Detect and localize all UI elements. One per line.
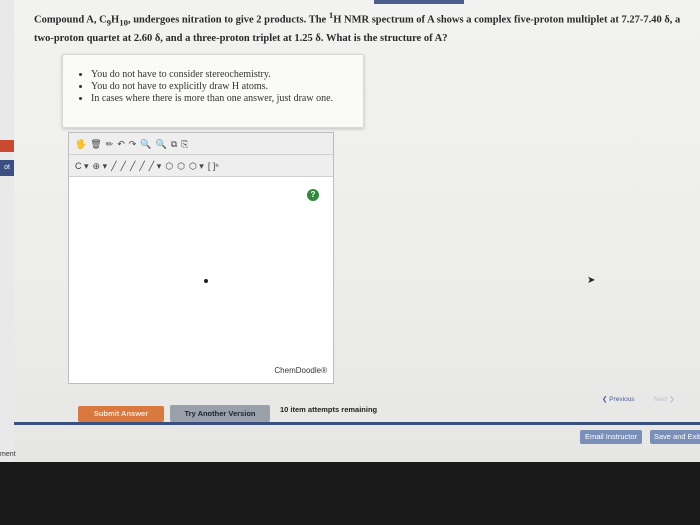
next-button[interactable]: Next ❯ [654,395,675,403]
editor-tool-icon[interactable]: ╱ ▾ [149,160,161,172]
editor-tool-icon[interactable]: C ▾ [75,160,89,172]
mouse-cursor-icon: ➤ [587,275,596,286]
editor-tool-icon[interactable]: 🖐 [75,138,86,150]
previous-button[interactable]: ❮ Previous [602,395,635,403]
footer-divider [14,422,700,425]
editor-tool-icon[interactable]: ↶ [117,138,125,150]
editor-toolbar-top: 🖐 🗑 ✏ ↶ ↷ 🔍 🔍 ⧉ ⎘ [69,133,333,155]
hint-item: You do not have to consider stereochemis… [91,69,363,81]
editor-tool-icon[interactable]: ⊕ ▾ [93,160,108,172]
editor-tool-icon[interactable]: ✏ [106,138,114,150]
canvas-atom-dot [204,279,208,283]
editor-tool-icon[interactable]: ╱ [130,160,135,172]
chemdoodle-brand: ChemDoodle® [274,366,327,375]
editor-tool-icon[interactable]: 🔍 [140,138,151,150]
top-progress-bar [374,0,464,4]
question-text: Compound A, C9H10, undergoes nitration t… [34,10,681,44]
left-tab-current[interactable]: ot [0,160,14,176]
help-icon[interactable]: ? [307,189,319,201]
editor-tool-icon[interactable]: ⎘ [181,138,188,150]
editor-tool-icon[interactable]: ╱ [139,160,144,172]
submit-answer-button[interactable]: Submit Answer [78,406,164,422]
page-panel: Compound A, C9H10, undergoes nitration t… [14,0,700,462]
editor-tool-icon[interactable]: ⧉ [171,138,177,150]
editor-toolbar-bottom: C ▾ ⊕ ▾ ╱ ╱ ╱ ╱ ╱ ▾ ⬡ ⬡ ⬡ ▾[ ]ⁿ [69,155,333,177]
editor-tool-icon[interactable]: [ ]ⁿ [208,160,219,172]
chemdoodle-editor[interactable]: 🖐 🗑 ✏ ↶ ↷ 🔍 🔍 ⧉ ⎘ C ▾ ⊕ ▾ ╱ ╱ ╱ ╱ ╱ ▾ ⬡ ⬡ ⬡ ▾[ ]ⁿ ? ChemD… [68,132,334,384]
sidebar-bottom-label[interactable]: ment [0,451,16,458]
left-strip [0,0,14,462]
editor-tool-icon[interactable]: ⬡ [177,160,185,172]
save-and-exit-button[interactable]: Save and Exit [650,430,700,444]
editor-tool-icon[interactable]: ⬡ ▾ [189,160,204,172]
editor-tool-icon[interactable]: 🗑 [90,138,101,150]
editor-tool-icon[interactable]: ╱ [121,160,126,172]
left-tab-1[interactable] [0,140,14,152]
attempts-remaining: 10 item attempts remaining [280,405,378,414]
try-another-version-button[interactable]: Try Another Version [170,405,270,422]
editor-tool-icon[interactable]: 🔍 [156,138,167,150]
email-instructor-button[interactable]: Email Instructor [580,430,642,444]
hints-box: You do not have to consider stereochemis… [62,54,364,128]
editor-tool-icon[interactable]: ⬡ [165,160,173,172]
editor-tool-icon[interactable]: ╱ [111,160,116,172]
hint-item: In cases where there is more than one an… [91,93,363,105]
hint-item: You do not have to explicitly draw H ato… [91,81,363,93]
editor-tool-icon[interactable]: ↷ [129,138,137,150]
